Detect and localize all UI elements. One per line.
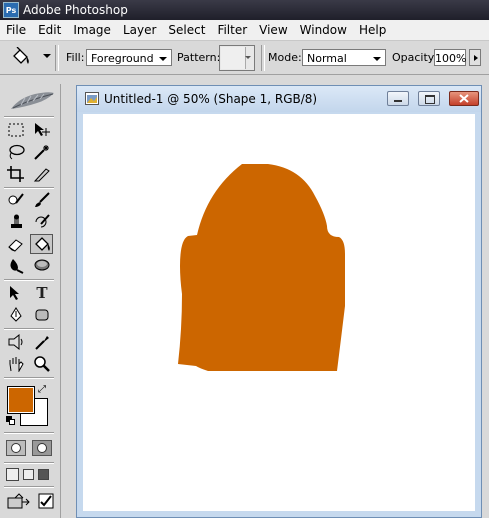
drawn-shape: [178, 164, 345, 371]
eraser-tool-icon[interactable]: [6, 235, 26, 253]
mode-select-value: Normal: [307, 52, 347, 65]
rectangle-shape-tool-icon[interactable]: [32, 306, 52, 324]
notes-tool-icon[interactable]: [6, 333, 26, 351]
standard-screen-mode-button[interactable]: [6, 468, 19, 481]
feather-logo-icon[interactable]: [9, 90, 55, 112]
opacity-input[interactable]: 100%: [434, 49, 466, 66]
fill-label: Fill:: [66, 51, 85, 64]
app-title: Adobe Photoshop: [23, 3, 128, 17]
opacity-slider-arrow[interactable]: [469, 49, 481, 66]
toolbox-separator: [4, 377, 54, 379]
menu-window[interactable]: Window: [294, 23, 353, 37]
document-title-bar[interactable]: Untitled-1 @ 50% (Shape 1, RGB/8): [77, 86, 481, 112]
title-bar: Ps Adobe Photoshop: [0, 0, 489, 20]
path-selection-tool-icon[interactable]: [6, 284, 26, 302]
chevron-down-icon: [373, 57, 381, 61]
toolbox-separator: [4, 432, 54, 434]
magic-wand-tool-icon[interactable]: [32, 143, 52, 161]
menu-help[interactable]: Help: [353, 23, 392, 37]
history-brush-tool-icon[interactable]: [32, 213, 52, 231]
tool-options-bar: Fill: Foreground Pattern: Mode: Normal O…: [0, 41, 489, 75]
separator: [55, 45, 59, 71]
pattern-label: Pattern:: [177, 51, 221, 64]
mode-select[interactable]: Normal: [302, 49, 386, 66]
dodge-tool-icon[interactable]: [32, 257, 52, 275]
separator: [261, 45, 265, 71]
document-icon: [85, 92, 99, 105]
blur-tool-icon[interactable]: [6, 257, 26, 275]
hand-tool-icon[interactable]: [6, 355, 26, 373]
minimize-button[interactable]: [387, 91, 409, 106]
close-icon: [459, 94, 469, 103]
paint-bucket-icon[interactable]: [10, 47, 32, 67]
menu-filter[interactable]: Filter: [211, 23, 253, 37]
mode-label: Mode:: [268, 51, 302, 64]
default-colors-icon[interactable]: [6, 416, 15, 425]
menu-select[interactable]: Select: [162, 23, 211, 37]
imageready-app-icon[interactable]: [36, 492, 56, 510]
pattern-swatch: [221, 47, 246, 69]
paint-bucket-tool-icon[interactable]: [30, 234, 53, 254]
zoom-tool-icon[interactable]: [32, 355, 52, 373]
toolbox: T ⤢: [0, 84, 61, 518]
document-window: Untitled-1 @ 50% (Shape 1, RGB/8): [76, 85, 482, 518]
toolbox-separator: [4, 187, 54, 189]
type-tool-icon[interactable]: T: [32, 284, 52, 302]
maximize-button[interactable]: [418, 91, 440, 106]
pattern-picker[interactable]: [219, 45, 255, 71]
jump-to-imageready-icon[interactable]: [6, 492, 32, 510]
brush-tool-icon[interactable]: [32, 191, 52, 209]
document-canvas[interactable]: [83, 114, 475, 511]
menu-bar: File Edit Image Layer Select Filter View…: [0, 20, 489, 41]
full-screen-menu-mode-button[interactable]: [23, 469, 34, 480]
eyedropper-tool-icon[interactable]: [32, 333, 52, 351]
menu-view[interactable]: View: [253, 23, 293, 37]
move-tool-icon[interactable]: [32, 121, 52, 139]
fill-select-value: Foreground: [91, 52, 154, 65]
lasso-tool-icon[interactable]: [6, 143, 26, 161]
swap-colors-icon[interactable]: ⤢: [38, 384, 46, 395]
document-title: Untitled-1 @ 50% (Shape 1, RGB/8): [104, 92, 318, 106]
toolbox-separator: [4, 279, 54, 281]
menu-file[interactable]: File: [0, 23, 32, 37]
tool-preset-dropdown-arrow[interactable]: [43, 54, 51, 58]
toolbox-separator: [4, 486, 54, 488]
foreground-color-swatch[interactable]: [7, 386, 35, 414]
maximize-icon: [425, 95, 435, 104]
opacity-label: Opacity:: [392, 51, 438, 64]
full-screen-mode-button[interactable]: [38, 469, 49, 480]
toolbox-separator: [4, 116, 54, 118]
menu-edit[interactable]: Edit: [32, 23, 67, 37]
marquee-tool-icon[interactable]: [6, 121, 26, 139]
crop-tool-icon[interactable]: [6, 165, 26, 183]
minimize-icon: [394, 100, 402, 102]
photoshop-app-icon: Ps: [3, 2, 19, 18]
standard-mode-button[interactable]: [6, 440, 26, 456]
slice-tool-icon[interactable]: [32, 165, 52, 183]
fill-select[interactable]: Foreground: [86, 49, 172, 66]
clone-stamp-tool-icon[interactable]: [6, 213, 26, 231]
chevron-down-icon: [159, 57, 167, 61]
quick-mask-mode-button[interactable]: [32, 440, 52, 456]
menu-layer[interactable]: Layer: [117, 23, 162, 37]
chevron-down-icon: [245, 56, 251, 59]
close-button[interactable]: [449, 91, 479, 106]
pen-tool-icon[interactable]: [6, 306, 26, 324]
healing-brush-tool-icon[interactable]: [6, 191, 26, 209]
toolbox-separator: [4, 462, 54, 464]
toolbox-separator: [4, 328, 54, 330]
menu-image[interactable]: Image: [67, 23, 117, 37]
